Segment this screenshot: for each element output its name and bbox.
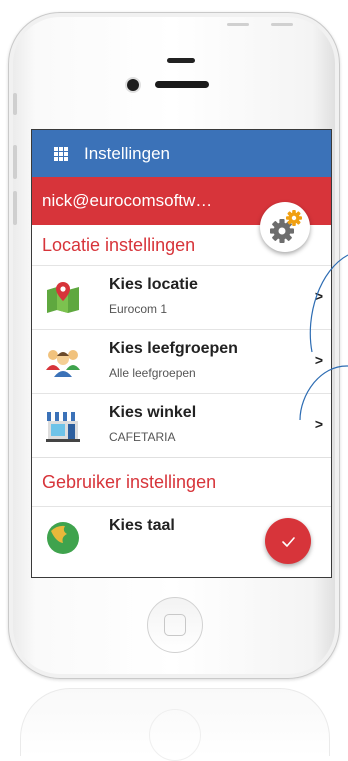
- store-icon: [46, 412, 80, 442]
- app-screen: Instellingen nick@eurocomsoftw… Locatie …: [31, 129, 332, 578]
- earpiece-speaker: [155, 81, 209, 88]
- globe-icon: [47, 522, 79, 554]
- top-button: [227, 23, 249, 26]
- app-title: Instellingen: [84, 143, 171, 163]
- app-bar: Instellingen: [32, 130, 331, 177]
- mute-switch: [13, 93, 17, 115]
- phone-reflection: [20, 688, 330, 761]
- settings-button[interactable]: [260, 202, 310, 252]
- volume-up-button: [13, 145, 17, 179]
- user-email: nick@eurocomsoftw…: [42, 191, 213, 210]
- save-fab-button[interactable]: [265, 518, 311, 564]
- reflection-home-button: [149, 709, 201, 761]
- settings-gear-icon: [270, 210, 302, 243]
- list-item-kies-winkel[interactable]: Kies winkel CAFETARIA >: [32, 393, 331, 457]
- volume-down-button: [13, 191, 17, 225]
- row-subtitle: CAFETARIA: [109, 430, 176, 444]
- map-pin-icon: [47, 282, 79, 313]
- list-item-kies-locatie[interactable]: Kies locatie Eurocom 1 >: [32, 265, 331, 329]
- home-button[interactable]: [147, 597, 203, 653]
- list-item-kies-leefgroepen[interactable]: Kies leefgroepen Alle leefgroepen >: [32, 329, 331, 393]
- row-title: Kies locatie: [109, 276, 198, 293]
- sensor: [167, 58, 195, 63]
- row-title: Kies winkel: [109, 404, 197, 421]
- section-title-user: Gebruiker instellingen: [42, 471, 217, 492]
- row-title: Kies leefgroepen: [109, 340, 238, 357]
- row-subtitle: Alle leefgroepen: [109, 366, 196, 380]
- chevron-right-icon: >: [314, 416, 323, 432]
- row-title: Kies taal: [109, 517, 175, 534]
- front-camera: [127, 79, 139, 91]
- top-button: [271, 23, 293, 26]
- row-subtitle: Eurocom 1: [109, 302, 168, 316]
- chevron-right-icon: >: [314, 288, 323, 304]
- grid-icon[interactable]: [54, 146, 68, 161]
- group-icon: [46, 350, 80, 377]
- home-square-icon: [164, 614, 186, 636]
- chevron-right-icon: >: [314, 352, 323, 368]
- check-icon: [282, 537, 295, 547]
